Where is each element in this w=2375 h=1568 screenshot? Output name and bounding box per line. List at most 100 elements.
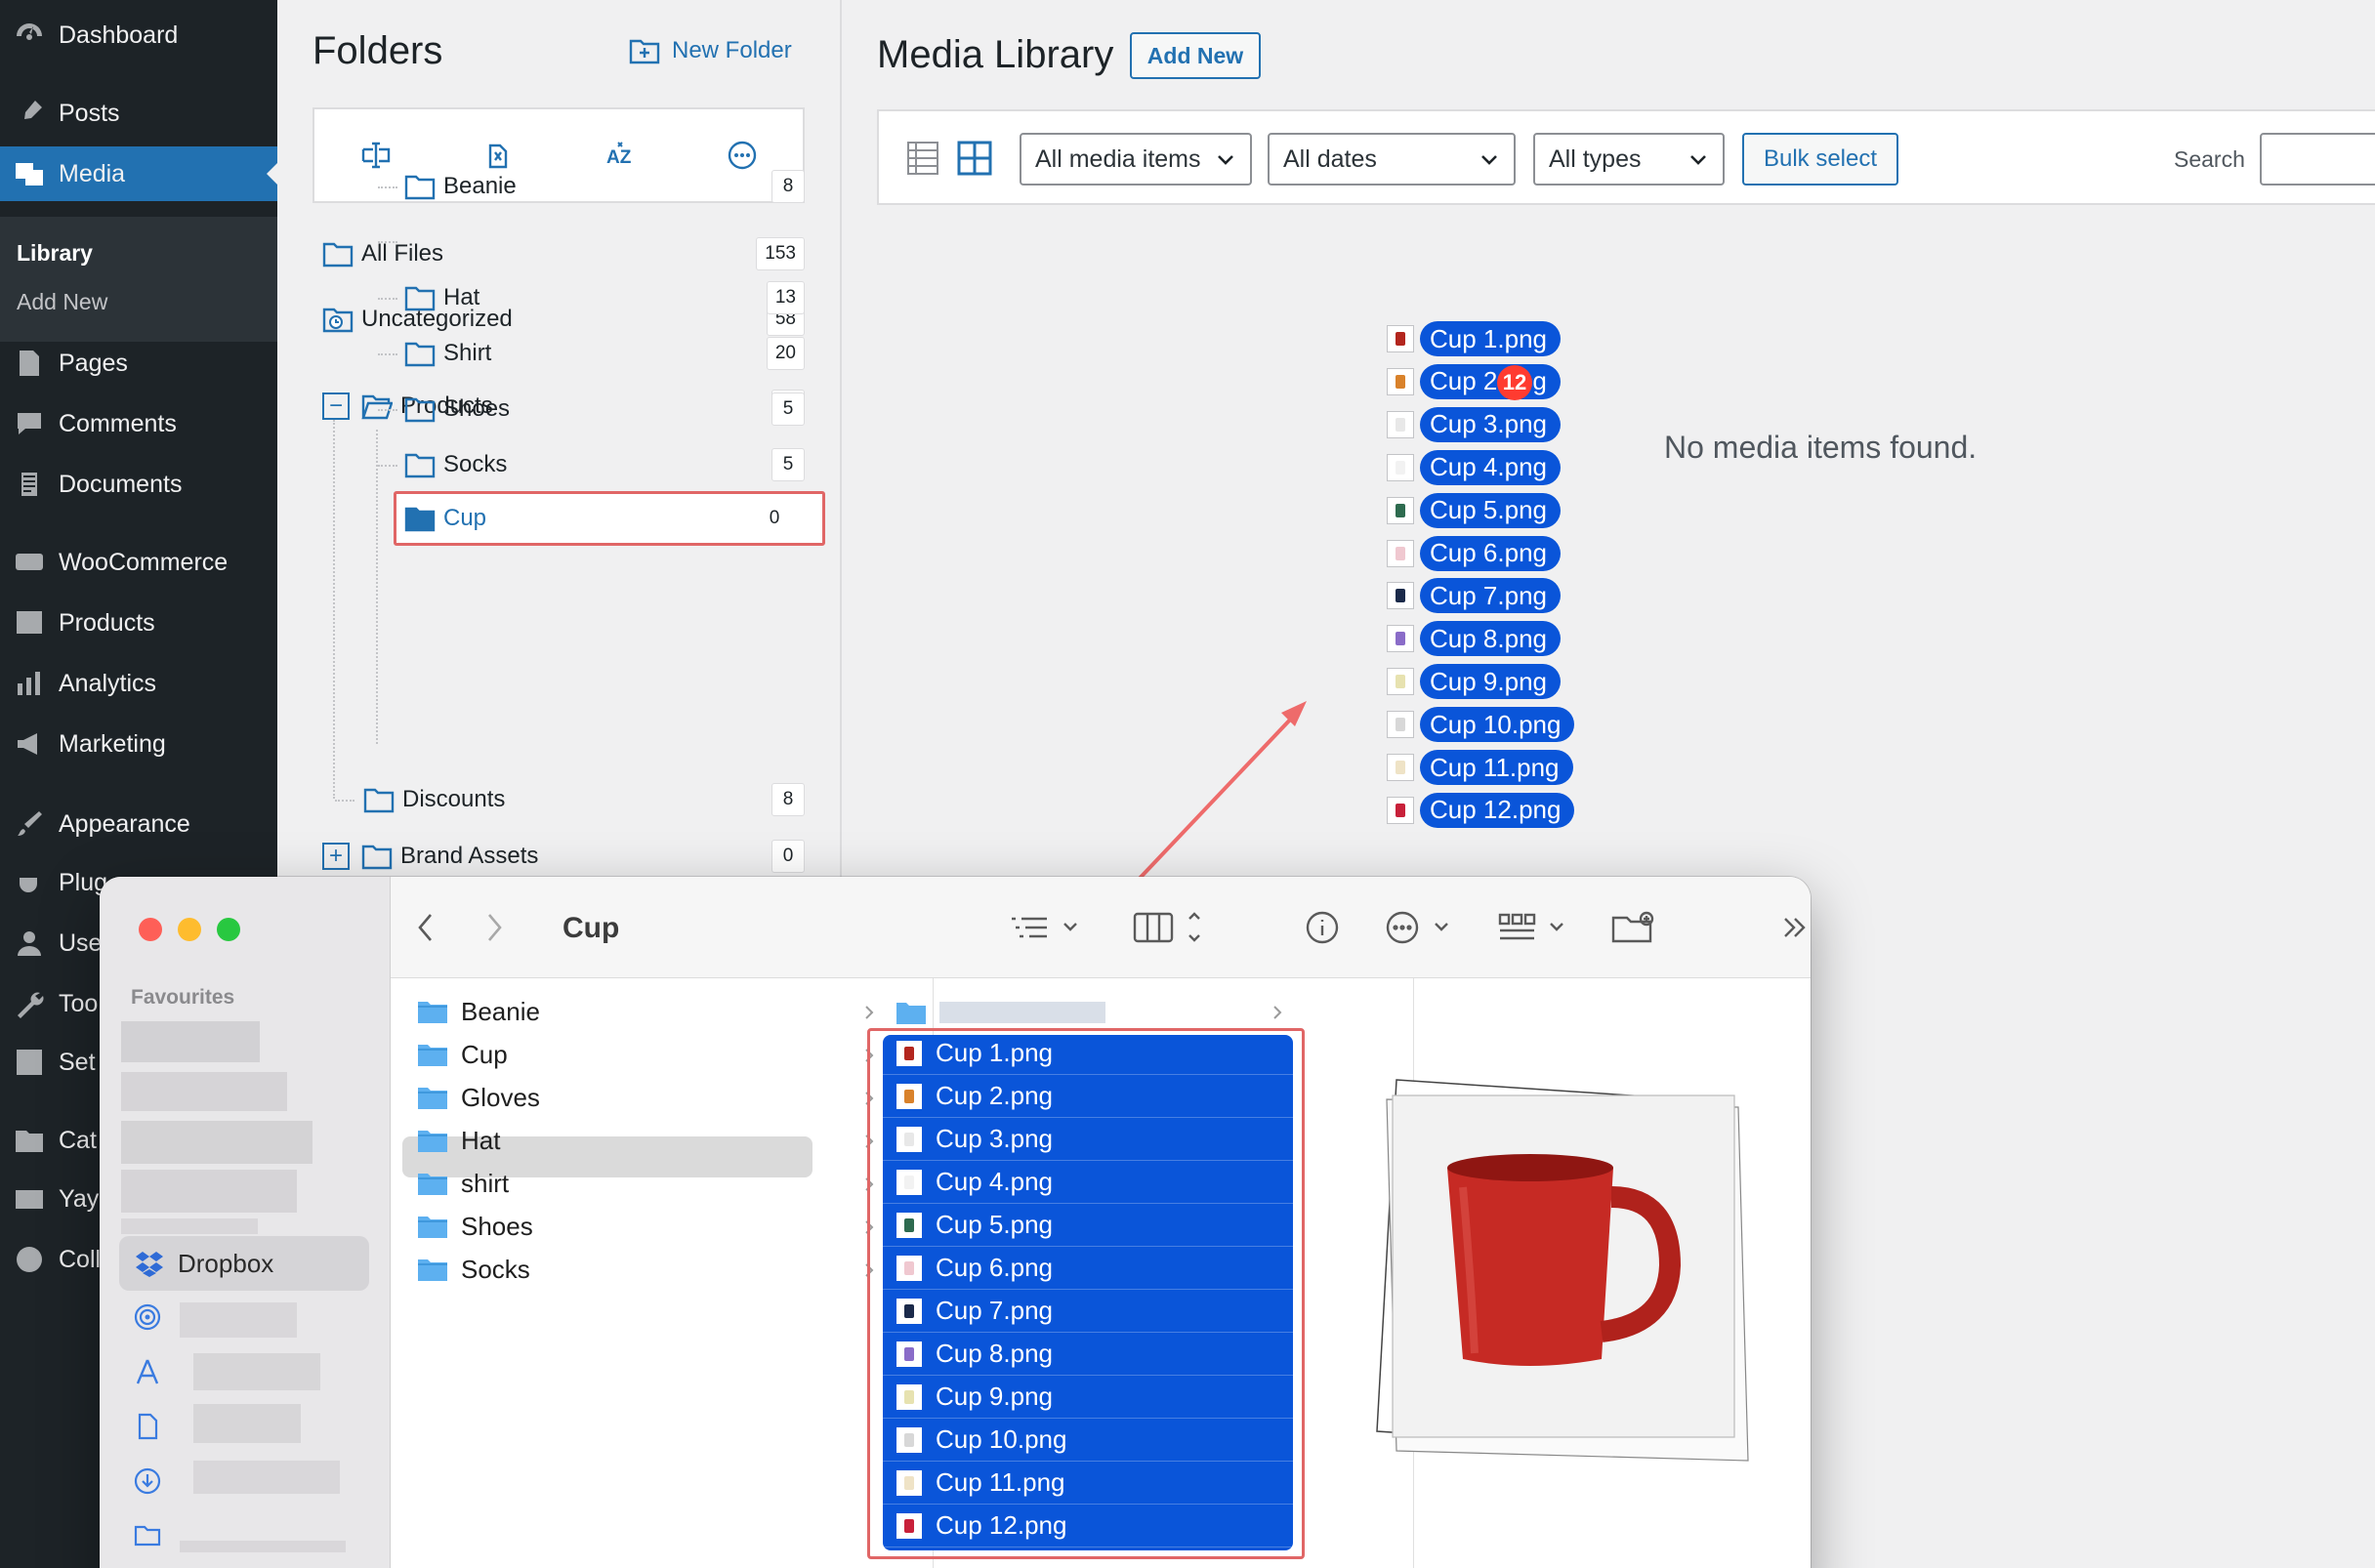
search-input[interactable]: [2260, 133, 2375, 186]
folder-count: 20: [766, 337, 805, 370]
folder-beanie[interactable]: Beanie 8: [404, 163, 805, 210]
airdrop-icon[interactable]: [133, 1302, 162, 1332]
finder-folder-shoes[interactable]: Shoes: [416, 1207, 924, 1246]
ghost-pill: Cup 12.png: [1420, 792, 1575, 828]
back-icon[interactable]: [416, 912, 436, 943]
ghost-label-end: g: [1532, 366, 1547, 396]
ghost-label: Cup 5.png: [1430, 495, 1547, 525]
finder-title: Cup: [562, 912, 620, 944]
drag-ghost-item: Cup 11.png: [1387, 749, 1573, 786]
finder-folder-socks[interactable]: Socks: [416, 1250, 924, 1289]
folder-shirt[interactable]: Shirt 20: [404, 330, 805, 377]
sidebar-item-dropbox[interactable]: Dropbox: [119, 1236, 369, 1291]
add-new-button[interactable]: Add New: [1130, 32, 1261, 79]
finder-file-row[interactable]: Cup 12.png: [883, 1505, 1293, 1547]
expand-toggle-icon[interactable]: +: [322, 843, 350, 870]
new-folder-label: New Folder: [672, 37, 792, 63]
menu-item-label: Pages: [59, 349, 128, 377]
group-icon[interactable]: [1498, 906, 1572, 949]
file-thumbnail: [896, 1512, 922, 1539]
new-folder-icon[interactable]: [1611, 906, 1656, 949]
finder-file-row[interactable]: Cup 7.png: [883, 1290, 1293, 1333]
file-name: Cup 2.png: [936, 1081, 1053, 1110]
forward-icon[interactable]: [484, 912, 504, 943]
folder-icon: [404, 286, 436, 311]
finder-folder-shirt[interactable]: shirt: [416, 1164, 924, 1203]
folder-brand-assets[interactable]: + Brand Assets 0: [322, 833, 805, 880]
applications-icon[interactable]: [133, 1357, 162, 1386]
page-title: Media Library: [877, 33, 1114, 76]
menu-item-documents[interactable]: Documents: [0, 457, 277, 512]
menu-item-marketing[interactable]: Marketing: [0, 717, 277, 771]
info-icon[interactable]: [1305, 906, 1340, 949]
finder-file-row[interactable]: Cup 6.png: [883, 1247, 1293, 1290]
finder-file-row[interactable]: Cup 8.png: [883, 1333, 1293, 1376]
menu-item-label: Products: [59, 608, 155, 637]
folder-icon[interactable]: [133, 1521, 162, 1550]
menu-item-appearance[interactable]: Appearance: [0, 797, 277, 851]
list-options-icon[interactable]: [1010, 906, 1088, 949]
finder-file-row[interactable]: Cup 3.png: [883, 1118, 1293, 1161]
minimize-window-button[interactable]: [178, 918, 201, 941]
ghost-pill: Cup 5.png: [1420, 492, 1561, 528]
finder-folder-hat[interactable]: Hat: [416, 1121, 924, 1160]
finder-file-row[interactable]: Cup 1.png: [883, 1032, 1293, 1075]
drag-ghost-item: Cup 7.png: [1387, 577, 1561, 614]
submenu-add-new[interactable]: Add New: [17, 289, 107, 315]
menu-item-media[interactable]: Media: [0, 146, 277, 201]
folder-label: Socks: [443, 451, 508, 477]
close-window-button[interactable]: [139, 918, 162, 941]
menu-item-label: WooCommerce: [59, 548, 229, 576]
documents-icon[interactable]: [133, 1412, 162, 1441]
ghost-pill: Cup 7.png: [1420, 578, 1561, 614]
documents-icon: [20, 471, 39, 498]
menu-item-comments[interactable]: Comments: [0, 396, 277, 451]
menu-item-woocommerce[interactable]: WooCommerce: [0, 535, 277, 590]
menu-item-posts[interactable]: Posts: [0, 86, 277, 141]
filter-value: All types: [1549, 144, 1642, 173]
finder-folder-cup[interactable]: Cup: [416, 1035, 924, 1074]
menu-item-products[interactable]: Products: [0, 596, 277, 650]
folder-socks[interactable]: Socks 5: [404, 441, 805, 488]
downloads-icon[interactable]: [133, 1466, 162, 1496]
finder-file-row[interactable]: Cup 11.png: [883, 1462, 1293, 1505]
grid-view-icon[interactable]: [957, 141, 992, 176]
finder-file-row[interactable]: Cup 5.png: [883, 1204, 1293, 1247]
finder-file-row[interactable]: Cup 9.png: [883, 1376, 1293, 1419]
menu-item-analytics[interactable]: Analytics: [0, 656, 277, 711]
menu-item-pages[interactable]: Pages: [0, 336, 277, 391]
finder-folder-gloves[interactable]: Gloves: [416, 1078, 924, 1117]
more-actions-icon[interactable]: [1385, 906, 1453, 949]
folder-cup[interactable]: Cup 0: [404, 495, 791, 542]
date-filter[interactable]: All dates: [1268, 133, 1516, 186]
menu-item-dashboard[interactable]: Dashboard: [0, 8, 277, 62]
pages-icon: [20, 351, 39, 376]
collapse-toggle-icon[interactable]: −: [322, 392, 350, 420]
file-type-filter[interactable]: All types: [1533, 133, 1725, 186]
finder-file-row[interactable]: Cup 2.png: [883, 1075, 1293, 1118]
list-view-icon[interactable]: [906, 141, 939, 176]
finder-file-row[interactable]: Cup 10.png: [883, 1419, 1293, 1462]
rename-icon[interactable]: [359, 139, 393, 172]
file-name: Cup 11.png: [936, 1467, 1065, 1497]
file-thumbnail: [896, 1169, 922, 1195]
folder-all-files[interactable]: All Files 153: [322, 230, 805, 277]
bulk-select-button[interactable]: Bulk select: [1742, 133, 1898, 186]
more-toolbar-icon[interactable]: [1781, 906, 1811, 949]
finder-folder-beanie[interactable]: Beanie: [416, 992, 924, 1031]
drag-ghost-item: Cup 6.png: [1387, 535, 1561, 572]
folder-shoes[interactable]: Shoes 5: [404, 386, 805, 433]
folder-hat[interactable]: Hat 13: [404, 274, 805, 321]
favourites-heading: Favourites: [131, 986, 235, 1009]
finder-file-row[interactable]: Cup 4.png: [883, 1161, 1293, 1204]
new-folder-button[interactable]: New Folder: [629, 37, 792, 64]
media-type-filter[interactable]: All media items: [1020, 133, 1252, 186]
submenu-library[interactable]: Library: [17, 240, 93, 267]
blurred-folder-row[interactable]: [895, 998, 1283, 1027]
file-thumbnail: [1387, 496, 1414, 524]
tools-icon: [18, 992, 44, 1018]
zoom-window-button[interactable]: [217, 918, 240, 941]
column-view-icon[interactable]: [1133, 906, 1207, 949]
file-thumbnail: [1387, 453, 1414, 481]
folder-discounts[interactable]: Discounts 8: [363, 776, 805, 823]
